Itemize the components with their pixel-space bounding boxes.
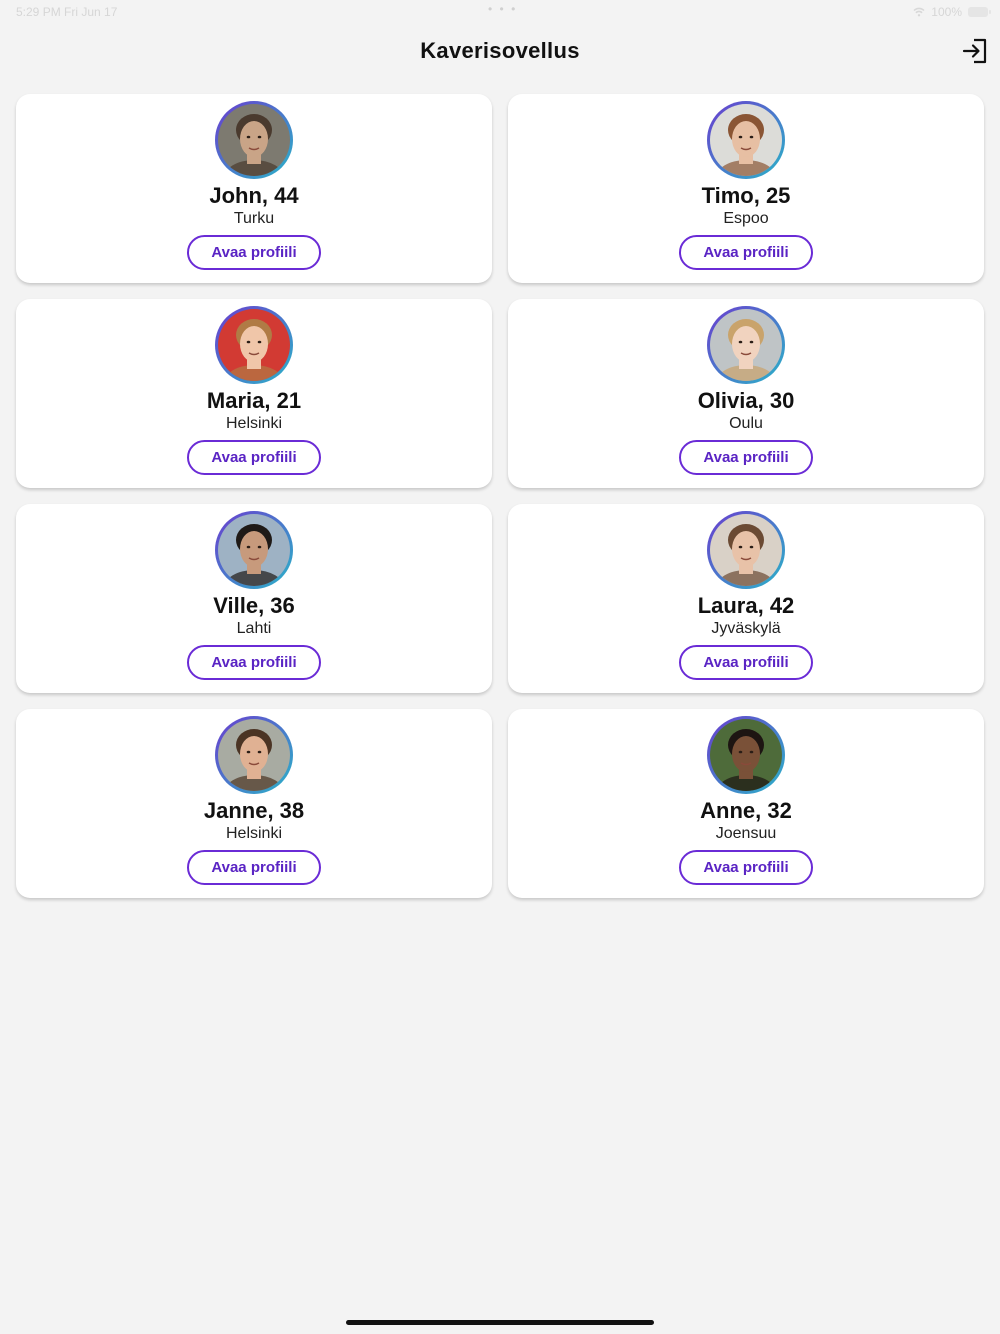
portrait-image [218,104,290,176]
avatar [215,101,293,179]
avatar-photo [710,514,782,586]
home-indicator [346,1320,654,1325]
profile-name: Anne, 32 [700,798,792,823]
profile-city: Lahti [236,620,272,637]
profile-name: Janne, 38 [203,798,305,823]
wifi-icon [913,7,925,17]
avatar-photo [218,514,290,586]
login-icon [962,38,987,64]
avatar [215,716,293,794]
profile-name: Laura, 42 [697,593,795,618]
profile-name: John, 44 [209,183,299,208]
avatar [215,511,293,589]
profile-name: Timo, 25 [701,183,791,208]
avatar [707,716,785,794]
open-profile-button[interactable]: Avaa profiili [679,850,813,885]
status-bar: 5:29 PM Fri Jun 17 • • • 100% [0,0,1000,24]
battery-icon [968,7,991,17]
open-profile-button[interactable]: Avaa profiili [679,645,813,680]
avatar-photo [710,719,782,791]
profile-name: Maria, 21 [206,388,302,413]
portrait-image [710,309,782,381]
profile-city: Helsinki [225,825,282,842]
status-time: 5:29 PM Fri Jun 17 [16,5,118,19]
profile-card: John, 44 Turku Avaa profiili [16,94,492,283]
profile-city: Oulu [729,415,763,432]
open-profile-button[interactable]: Avaa profiili [187,645,321,680]
portrait-image [218,514,290,586]
open-profile-button[interactable]: Avaa profiili [679,440,813,475]
login-button[interactable] [960,36,990,66]
profile-card: Ville, 36 Lahti Avaa profiili [16,504,492,693]
profile-city: Helsinki [225,415,282,432]
portrait-image [710,514,782,586]
portrait-image [218,309,290,381]
multitask-dots: • • • [488,2,518,16]
profile-card: Anne, 32 Joensuu Avaa profiili [508,709,984,898]
profile-name: Ville, 36 [213,593,295,618]
battery-percent: 100% [931,5,962,19]
profile-card: Maria, 21 Helsinki Avaa profiili [16,299,492,488]
profile-card: Laura, 42 Jyväskylä Avaa profiili [508,504,984,693]
friends-grid: John, 44 Turku Avaa profiili Timo, 25 Espoo A… [16,94,984,898]
avatar [707,101,785,179]
avatar-photo [218,309,290,381]
open-profile-button[interactable]: Avaa profiili [187,235,321,270]
profile-card: Timo, 25 Espoo Avaa profiili [508,94,984,283]
avatar-photo [710,104,782,176]
profile-card: Janne, 38 Helsinki Avaa profiili [16,709,492,898]
avatar-photo [218,104,290,176]
portrait-image [710,104,782,176]
avatar [215,306,293,384]
avatar [707,306,785,384]
status-right: 100% [913,5,991,19]
portrait-image [218,719,290,791]
profile-city: Joensuu [715,825,777,842]
avatar-photo [710,309,782,381]
profile-card: Olivia, 30 Oulu Avaa profiili [508,299,984,488]
open-profile-button[interactable]: Avaa profiili [187,440,321,475]
avatar-photo [218,719,290,791]
portrait-image [710,719,782,791]
app-header: Kaverisovellus [0,24,1000,80]
open-profile-button[interactable]: Avaa profiili [679,235,813,270]
open-profile-button[interactable]: Avaa profiili [187,850,321,885]
profile-city: Jyväskylä [711,620,781,637]
page-title: Kaverisovellus [420,38,580,63]
profile-city: Espoo [723,210,769,227]
avatar [707,511,785,589]
profile-name: Olivia, 30 [697,388,795,413]
profile-city: Turku [233,210,275,227]
